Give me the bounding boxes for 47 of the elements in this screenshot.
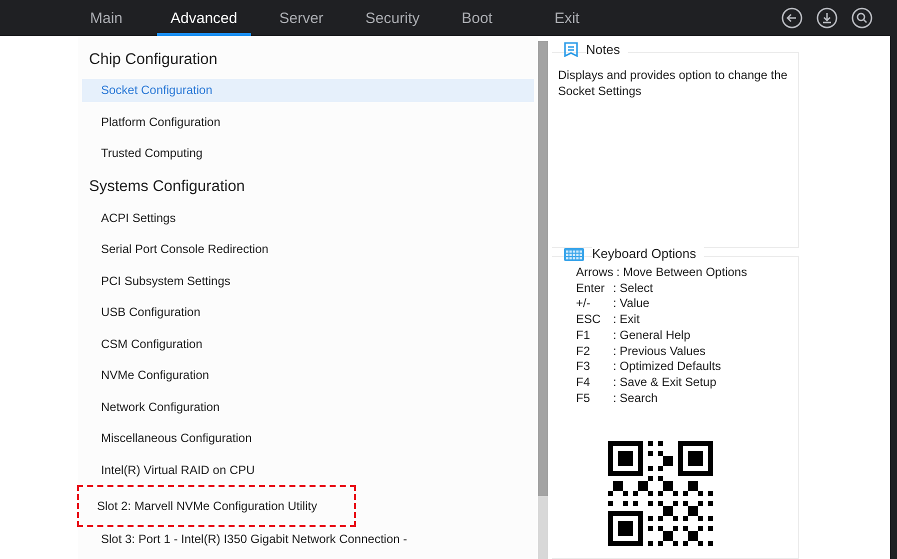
key-name: ESC (576, 312, 602, 328)
notes-text: Displays and provides option to change the Socket Settings (557, 67, 788, 100)
menu-tab[interactable]: Server (265, 0, 338, 36)
section-heading: Systems Configuration (88, 177, 246, 198)
note-icon (564, 42, 578, 57)
menu-tab[interactable]: Boot (448, 0, 506, 36)
key-action: : Optimized Defaults (613, 359, 722, 375)
key-action: : Select (613, 280, 654, 296)
menu-item[interactable]: Serial Port Console Redirection (82, 238, 534, 261)
menu-item[interactable]: PCI Subsystem Settings (82, 269, 534, 292)
key-action: : Value (613, 296, 650, 312)
section-heading: Chip Configuration (88, 50, 218, 70)
menu-item[interactable]: NVMe Configuration (82, 364, 534, 387)
key-name: F4 (576, 374, 592, 391)
download-icon[interactable] (816, 7, 838, 29)
key-action: : Save & Exit Setup (613, 374, 716, 391)
menu-item[interactable]: Slot 3: Port 1 - Intel(R) I350 Gigabit Network Connection - (82, 528, 534, 551)
key-name: Arrows (576, 265, 614, 281)
menu-item[interactable]: Intel(R) Virtual RAID on CPU (82, 458, 534, 482)
menu-item[interactable]: Trusted Computing (82, 142, 534, 165)
key-action: : General Help (613, 328, 690, 344)
key-name: +/- (576, 296, 592, 312)
key-action: : Previous Values (613, 344, 706, 360)
menu-tab[interactable]: Security (351, 0, 434, 36)
menu-tab[interactable]: Exit (540, 0, 594, 36)
menu-item[interactable]: Socket Configuration (82, 79, 534, 102)
key-name: Enter (576, 280, 606, 296)
back-icon[interactable] (781, 7, 803, 29)
keyboard-options-title: Keyboard Options (592, 246, 704, 261)
key-action: : Move Between Options (616, 265, 748, 281)
key-action: : Search (613, 390, 658, 406)
menu-item[interactable]: Network Configuration (82, 395, 534, 418)
key-name: F5 (576, 390, 592, 406)
keyboard-icon (564, 246, 584, 261)
menu-item[interactable]: ACPI Settings (82, 206, 534, 230)
menu-item[interactable]: Platform Configuration (82, 110, 534, 134)
menu-tab[interactable]: Main (76, 0, 137, 36)
key-name: F2 (576, 344, 592, 360)
annotated-menu-item[interactable]: Slot 2: Marvell NVMe Configuration Utility (79, 486, 354, 525)
key-name: F3 (576, 359, 592, 375)
menu-item[interactable]: USB Configuration (82, 300, 534, 324)
key-action: : Exit (613, 312, 640, 328)
key-name: F1 (576, 328, 592, 344)
menu-item[interactable]: CSM Configuration (82, 332, 534, 356)
menu-item[interactable]: Miscellaneous Configuration (82, 426, 534, 450)
notes-title: Notes (586, 42, 628, 57)
search-icon[interactable] (851, 7, 873, 29)
